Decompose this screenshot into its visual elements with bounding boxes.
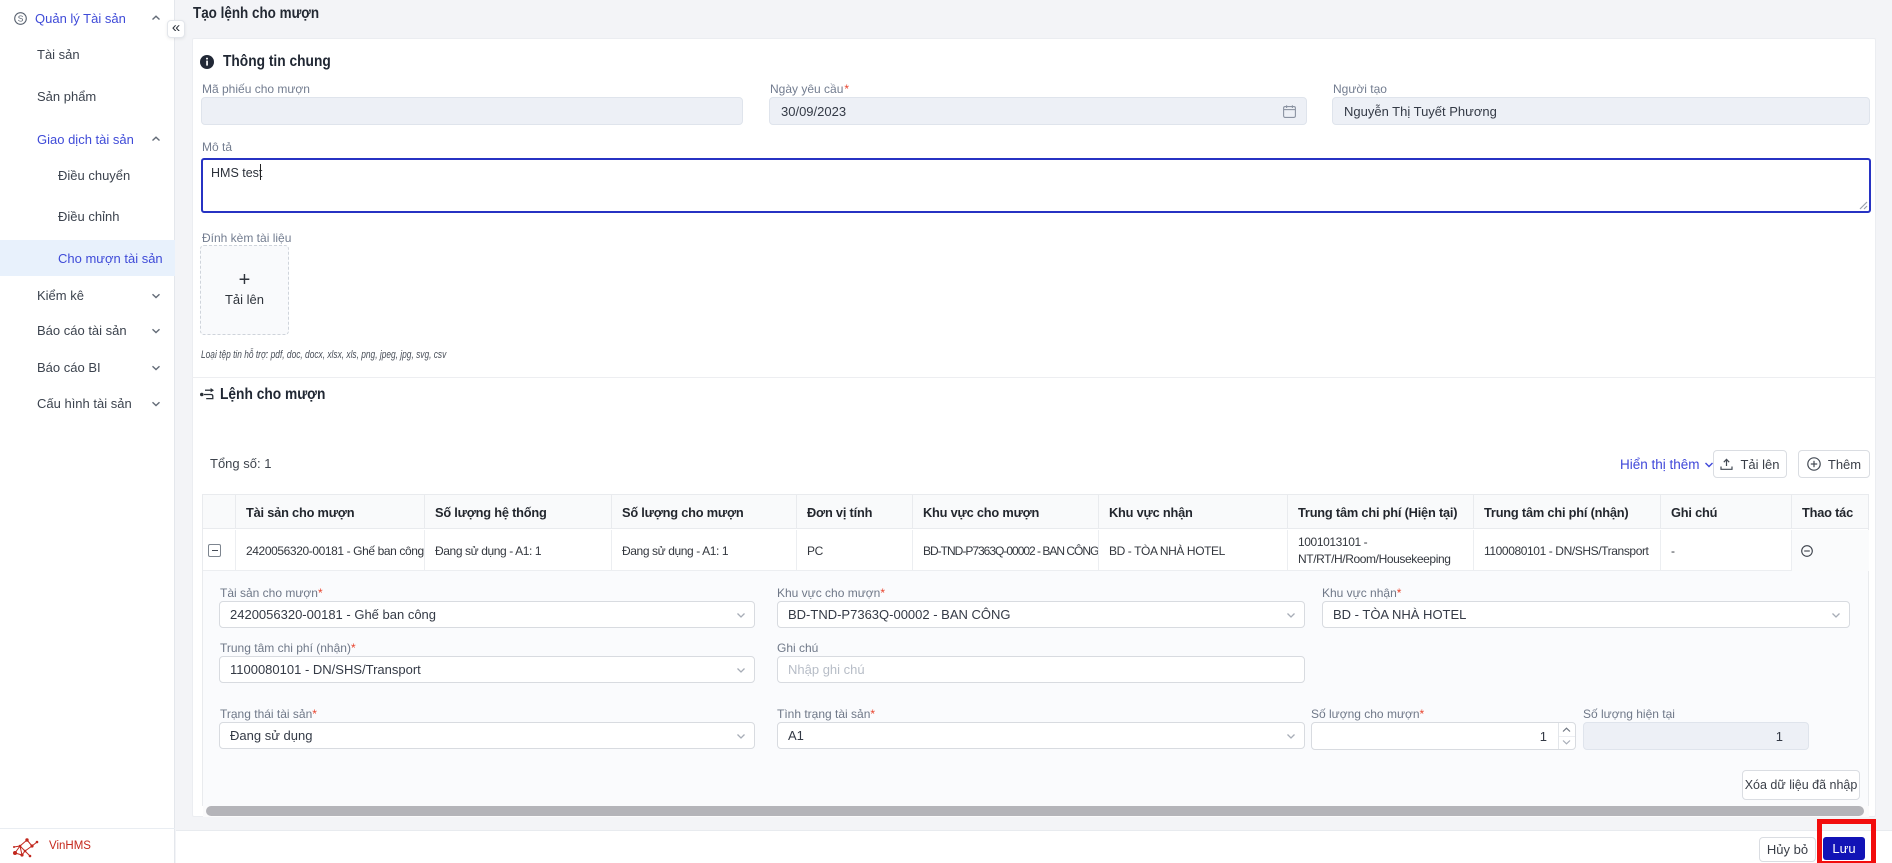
svg-text:S: S [18,13,24,23]
